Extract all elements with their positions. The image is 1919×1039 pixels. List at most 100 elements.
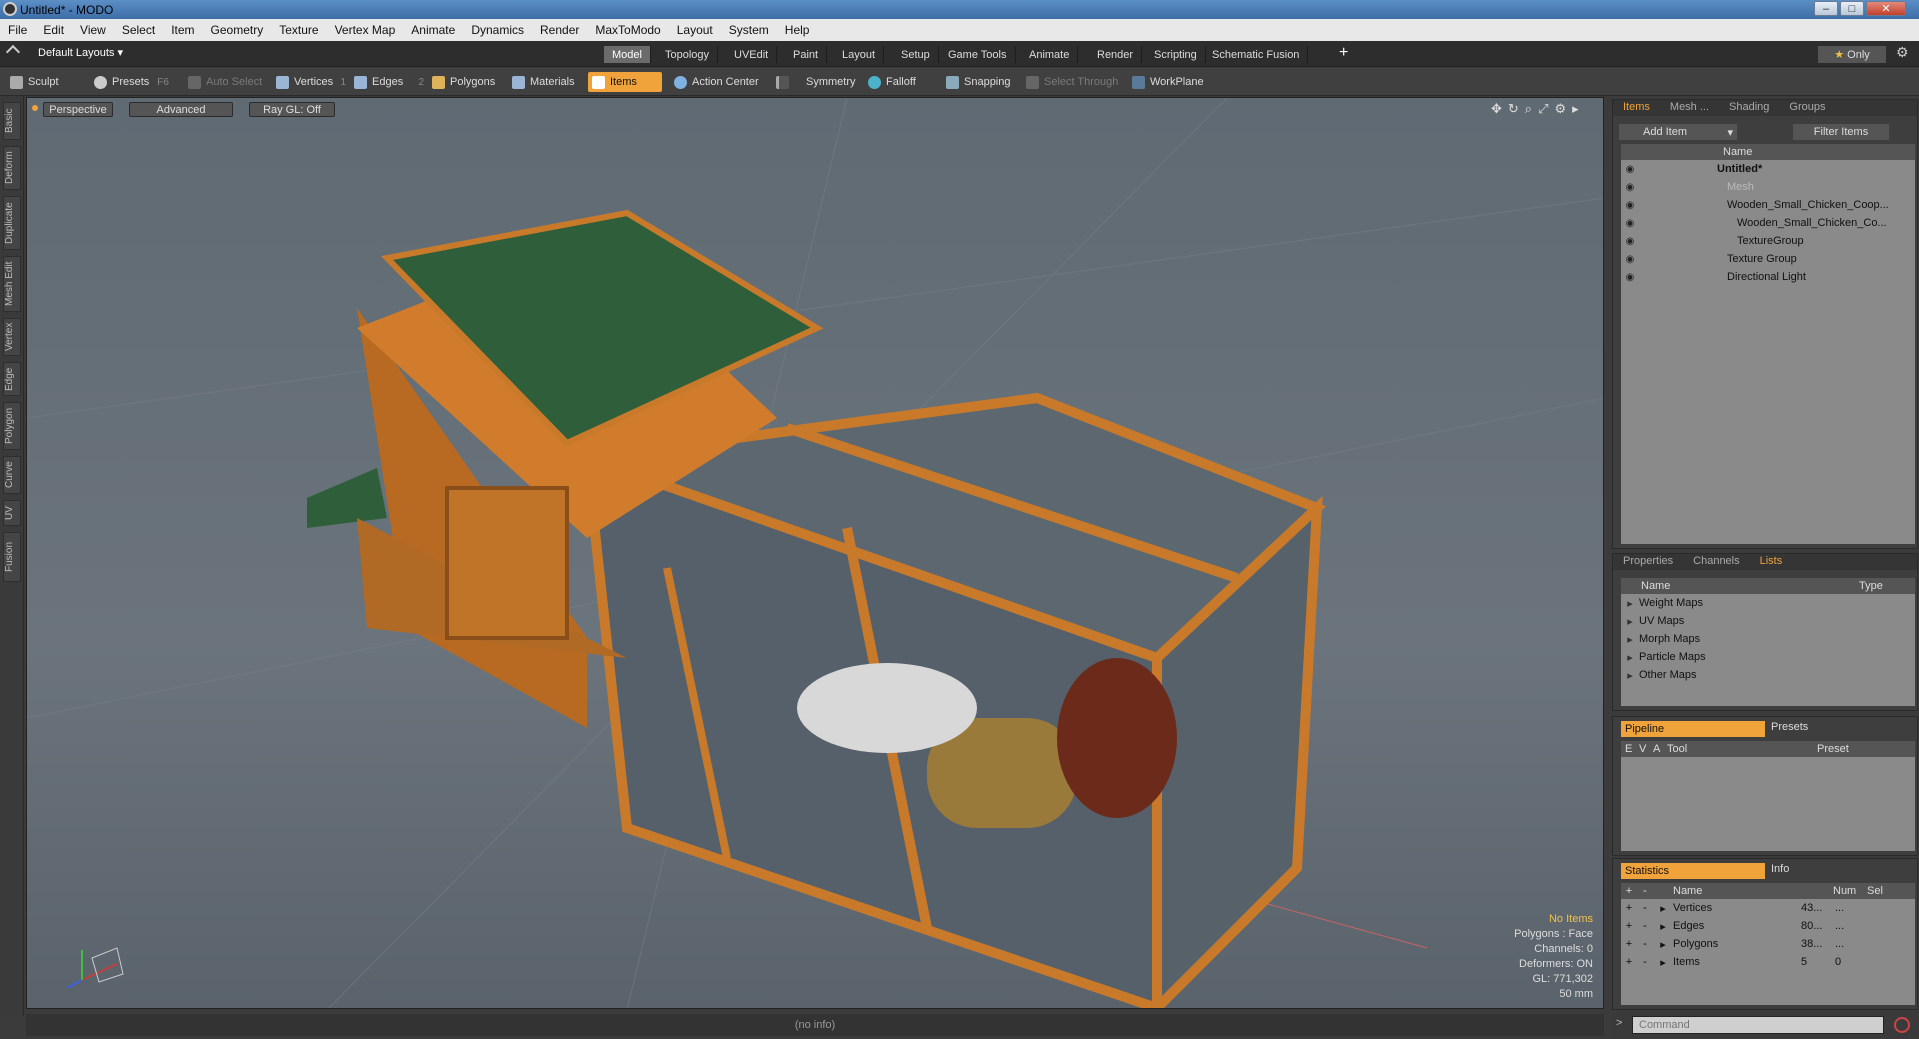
list-row[interactable]: ▸ Weight Maps xyxy=(1621,594,1915,612)
vertices-button[interactable]: Vertices 1 xyxy=(272,72,348,92)
action-center-button[interactable]: Action Center xyxy=(670,72,766,92)
visibility-eye-icon[interactable]: ◉ xyxy=(1621,164,1639,175)
visibility-eye-icon[interactable]: ◉ xyxy=(1621,218,1639,229)
only-toggle[interactable]: ★ Only xyxy=(1818,46,1886,63)
menu-geometry[interactable]: Geometry xyxy=(203,23,272,37)
add-icon[interactable]: + xyxy=(1621,938,1637,950)
tab-shading[interactable]: Shading xyxy=(1719,100,1779,116)
visibility-eye-icon[interactable]: ◉ xyxy=(1621,182,1639,193)
add-icon[interactable]: + xyxy=(1621,956,1637,968)
visibility-eye-icon[interactable]: ◉ xyxy=(1621,200,1639,211)
item-tree-row[interactable]: ◉ Mesh xyxy=(1621,178,1915,196)
layout-tab-paint[interactable]: Paint xyxy=(785,46,828,63)
statistics-row[interactable]: + - ▸ Items 5 0 xyxy=(1621,953,1915,971)
expand-arrow-icon[interactable]: ▸ xyxy=(1621,633,1639,646)
workplane-button[interactable]: WorkPlane xyxy=(1128,72,1208,92)
falloff-button[interactable]: Falloff xyxy=(864,72,942,92)
left-tab-polygon[interactable]: Polygon xyxy=(3,402,21,450)
item-tree-row[interactable]: ◉ Wooden_Small_Chicken_Co... xyxy=(1621,214,1915,232)
menu-maxtomodo[interactable]: MaxToModo xyxy=(587,23,668,37)
menu-edit[interactable]: Edit xyxy=(35,23,72,37)
select-through-button[interactable]: Select Through xyxy=(1022,72,1122,92)
remove-icon[interactable]: - xyxy=(1637,920,1653,932)
list-row[interactable]: ▸ Particle Maps xyxy=(1621,648,1915,666)
menu-render[interactable]: Render xyxy=(532,23,587,37)
command-input[interactable] xyxy=(1632,1016,1884,1034)
layout-tab-render[interactable]: Render xyxy=(1089,46,1143,63)
item-tree-row[interactable]: ◉ Texture Group xyxy=(1621,250,1915,268)
layout-tab-animate[interactable]: Animate xyxy=(1021,46,1079,63)
expand-arrow-icon[interactable]: ▸ xyxy=(1653,902,1673,915)
presets-button[interactable]: Presets F6 xyxy=(90,72,170,92)
add-icon[interactable]: + xyxy=(1621,902,1637,914)
add-icon[interactable]: + xyxy=(1621,920,1637,932)
tab-groups[interactable]: Groups xyxy=(1779,100,1835,116)
menu-view[interactable]: View xyxy=(72,23,114,37)
filter-items-button[interactable]: Filter Items xyxy=(1793,124,1889,140)
menu-file[interactable]: File xyxy=(0,23,35,37)
remove-icon[interactable]: - xyxy=(1637,956,1653,968)
tab-pipeline[interactable]: Pipeline xyxy=(1621,721,1765,737)
left-tab-curve[interactable]: Curve xyxy=(3,456,21,494)
item-tree-row[interactable]: ◉ Directional Light xyxy=(1621,268,1915,286)
expand-arrow-icon[interactable]: ▸ xyxy=(1621,669,1639,682)
symmetry-button[interactable]: Symmetry xyxy=(772,72,858,92)
left-tab-fusion[interactable]: Fusion xyxy=(3,532,21,582)
visibility-eye-icon[interactable]: ◉ xyxy=(1621,254,1639,265)
remove-icon[interactable]: - xyxy=(1637,938,1653,950)
layout-tab-setup[interactable]: Setup xyxy=(893,46,939,63)
left-tab-vertex[interactable]: Vertex xyxy=(3,318,21,356)
polygons-button[interactable]: Polygons xyxy=(428,72,500,92)
menu-select[interactable]: Select xyxy=(114,23,163,37)
menu-layout[interactable]: Layout xyxy=(669,23,721,37)
minimize-icon[interactable]: – xyxy=(1814,1,1838,16)
maximize-icon[interactable]: □ xyxy=(1840,1,1864,16)
menu-animate[interactable]: Animate xyxy=(403,23,463,37)
auto-select-button[interactable]: Auto Select xyxy=(184,72,266,92)
item-tree-row[interactable]: ◉ TextureGroup xyxy=(1621,232,1915,250)
tab-lists[interactable]: Lists xyxy=(1750,554,1793,570)
left-tab-uv[interactable]: UV xyxy=(3,500,21,526)
statistics-row[interactable]: + - ▸ Vertices 43...... xyxy=(1621,899,1915,917)
menu-system[interactable]: System xyxy=(721,23,777,37)
menu-dynamics[interactable]: Dynamics xyxy=(463,23,532,37)
left-tab-basic[interactable]: Basic xyxy=(3,102,21,140)
visibility-eye-icon[interactable]: ◉ xyxy=(1621,272,1639,283)
layout-tab-topology[interactable]: Topology xyxy=(657,46,719,63)
statistics-row[interactable]: + - ▸ Edges 80...... xyxy=(1621,917,1915,935)
expand-arrow-icon[interactable]: ▸ xyxy=(1621,597,1639,610)
list-row[interactable]: ▸ UV Maps xyxy=(1621,612,1915,630)
remove-icon[interactable]: - xyxy=(1637,902,1653,914)
list-row[interactable]: ▸ Morph Maps xyxy=(1621,630,1915,648)
tab-presets[interactable]: Presets xyxy=(1765,721,1808,737)
layout-collapse-icon[interactable] xyxy=(5,44,21,60)
left-tab-duplicate[interactable]: Duplicate xyxy=(3,196,21,250)
statistics-row[interactable]: + - ▸ Polygons 38...... xyxy=(1621,935,1915,953)
visibility-eye-icon[interactable]: ◉ xyxy=(1621,236,1639,247)
expand-arrow-icon[interactable]: ▸ xyxy=(1621,615,1639,628)
tab-channels[interactable]: Channels xyxy=(1683,554,1749,570)
left-tab-edge[interactable]: Edge xyxy=(3,362,21,396)
materials-button[interactable]: Materials xyxy=(508,72,584,92)
layout-tab-uvedit[interactable]: UVEdit xyxy=(726,46,778,63)
layout-tab-model[interactable]: Model xyxy=(604,46,651,63)
layout-tab-layout[interactable]: Layout xyxy=(834,46,885,63)
layout-tab-schematic-fusion[interactable]: Schematic Fusion xyxy=(1204,46,1309,63)
list-row[interactable]: ▸ Other Maps xyxy=(1621,666,1915,684)
tab-info[interactable]: Info xyxy=(1765,863,1789,879)
tab-mesh-[interactable]: Mesh ... xyxy=(1660,100,1719,116)
snapping-button[interactable]: Snapping xyxy=(942,72,1028,92)
menu-item[interactable]: Item xyxy=(163,23,202,37)
stop-icon[interactable] xyxy=(1894,1017,1910,1033)
add-layout-tab-icon[interactable]: + xyxy=(1339,44,1348,62)
items-button[interactable]: Items xyxy=(588,72,662,92)
default-layouts-dropdown[interactable]: Default Layouts ▾ xyxy=(38,46,123,59)
edges-button[interactable]: Edges 2 xyxy=(350,72,426,92)
left-tab-mesh-edit[interactable]: Mesh Edit xyxy=(3,256,21,312)
tab-properties[interactable]: Properties xyxy=(1613,554,1683,570)
expand-arrow-icon[interactable]: ▸ xyxy=(1653,956,1673,969)
menu-vertex-map[interactable]: Vertex Map xyxy=(327,23,404,37)
menu-texture[interactable]: Texture xyxy=(271,23,326,37)
gear-icon[interactable]: ⚙ xyxy=(1896,44,1909,61)
layout-tab-game-tools[interactable]: Game Tools xyxy=(940,46,1016,63)
